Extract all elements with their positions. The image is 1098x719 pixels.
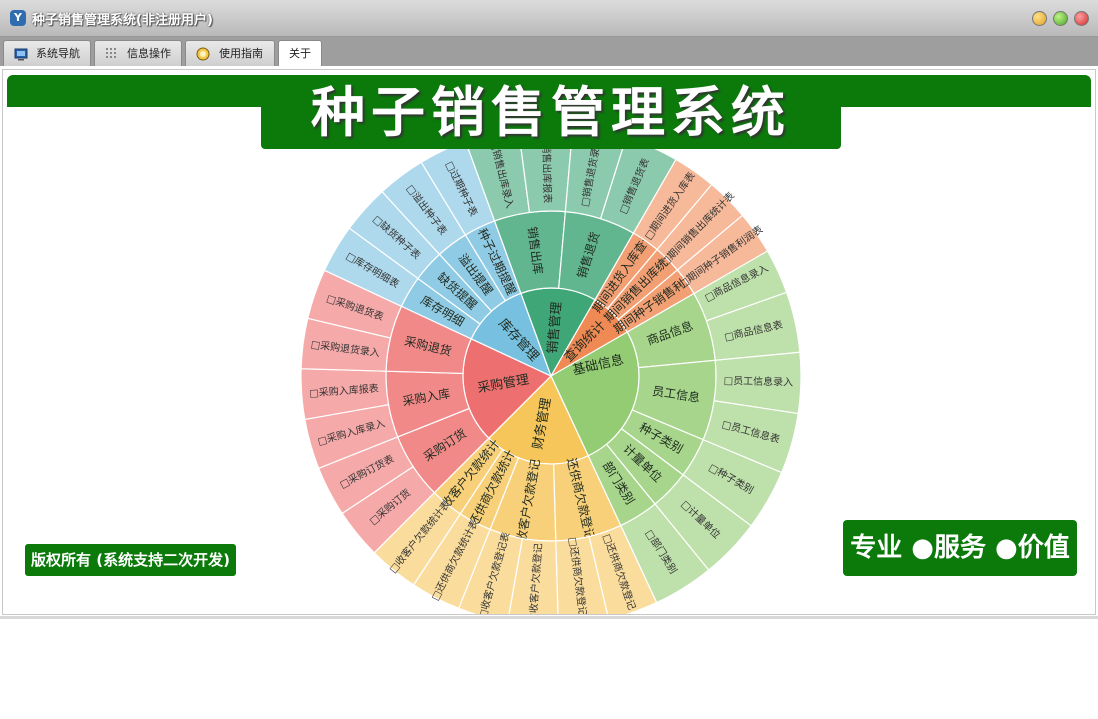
tab-label: 信息操作 xyxy=(127,47,171,60)
tab-label: 系统导航 xyxy=(36,47,80,60)
page-title: 种子销售管理系统 xyxy=(261,79,841,149)
help-icon xyxy=(196,47,210,61)
window-title: 种子销售管理系统(非注册用户) xyxy=(32,13,213,28)
tab-user-guide[interactable]: 使用指南 xyxy=(185,40,275,66)
minimize-button[interactable] xyxy=(1032,11,1047,26)
grid-icon xyxy=(106,48,116,58)
tab-system-navigation[interactable]: 系统导航 xyxy=(3,40,91,66)
tab-label: 关于 xyxy=(289,47,311,60)
title-bar: Y 种子销售管理系统(非注册用户) xyxy=(0,0,1098,37)
copyright-label: 版权所有 (系统支持二次开发) xyxy=(25,544,236,576)
tab-bar: 系统导航 信息操作 使用指南 关于 xyxy=(0,37,1098,66)
close-button[interactable] xyxy=(1074,11,1089,26)
app-logo-icon: Y xyxy=(10,10,26,26)
tab-info-operation[interactable]: 信息操作 xyxy=(94,40,182,66)
monitor-icon xyxy=(14,48,28,61)
navigation-panel: 基础信息供商信息□供商信息录入□供商信息表客户信息□客户信息录入□客户信息表商品… xyxy=(2,69,1096,615)
slogan-label: 专业 ●服务 ●价值 xyxy=(843,520,1077,576)
maximize-button[interactable] xyxy=(1053,11,1068,26)
tab-about[interactable]: 关于 xyxy=(278,40,322,66)
tab-label: 使用指南 xyxy=(219,47,263,60)
status-bar xyxy=(0,616,1098,619)
